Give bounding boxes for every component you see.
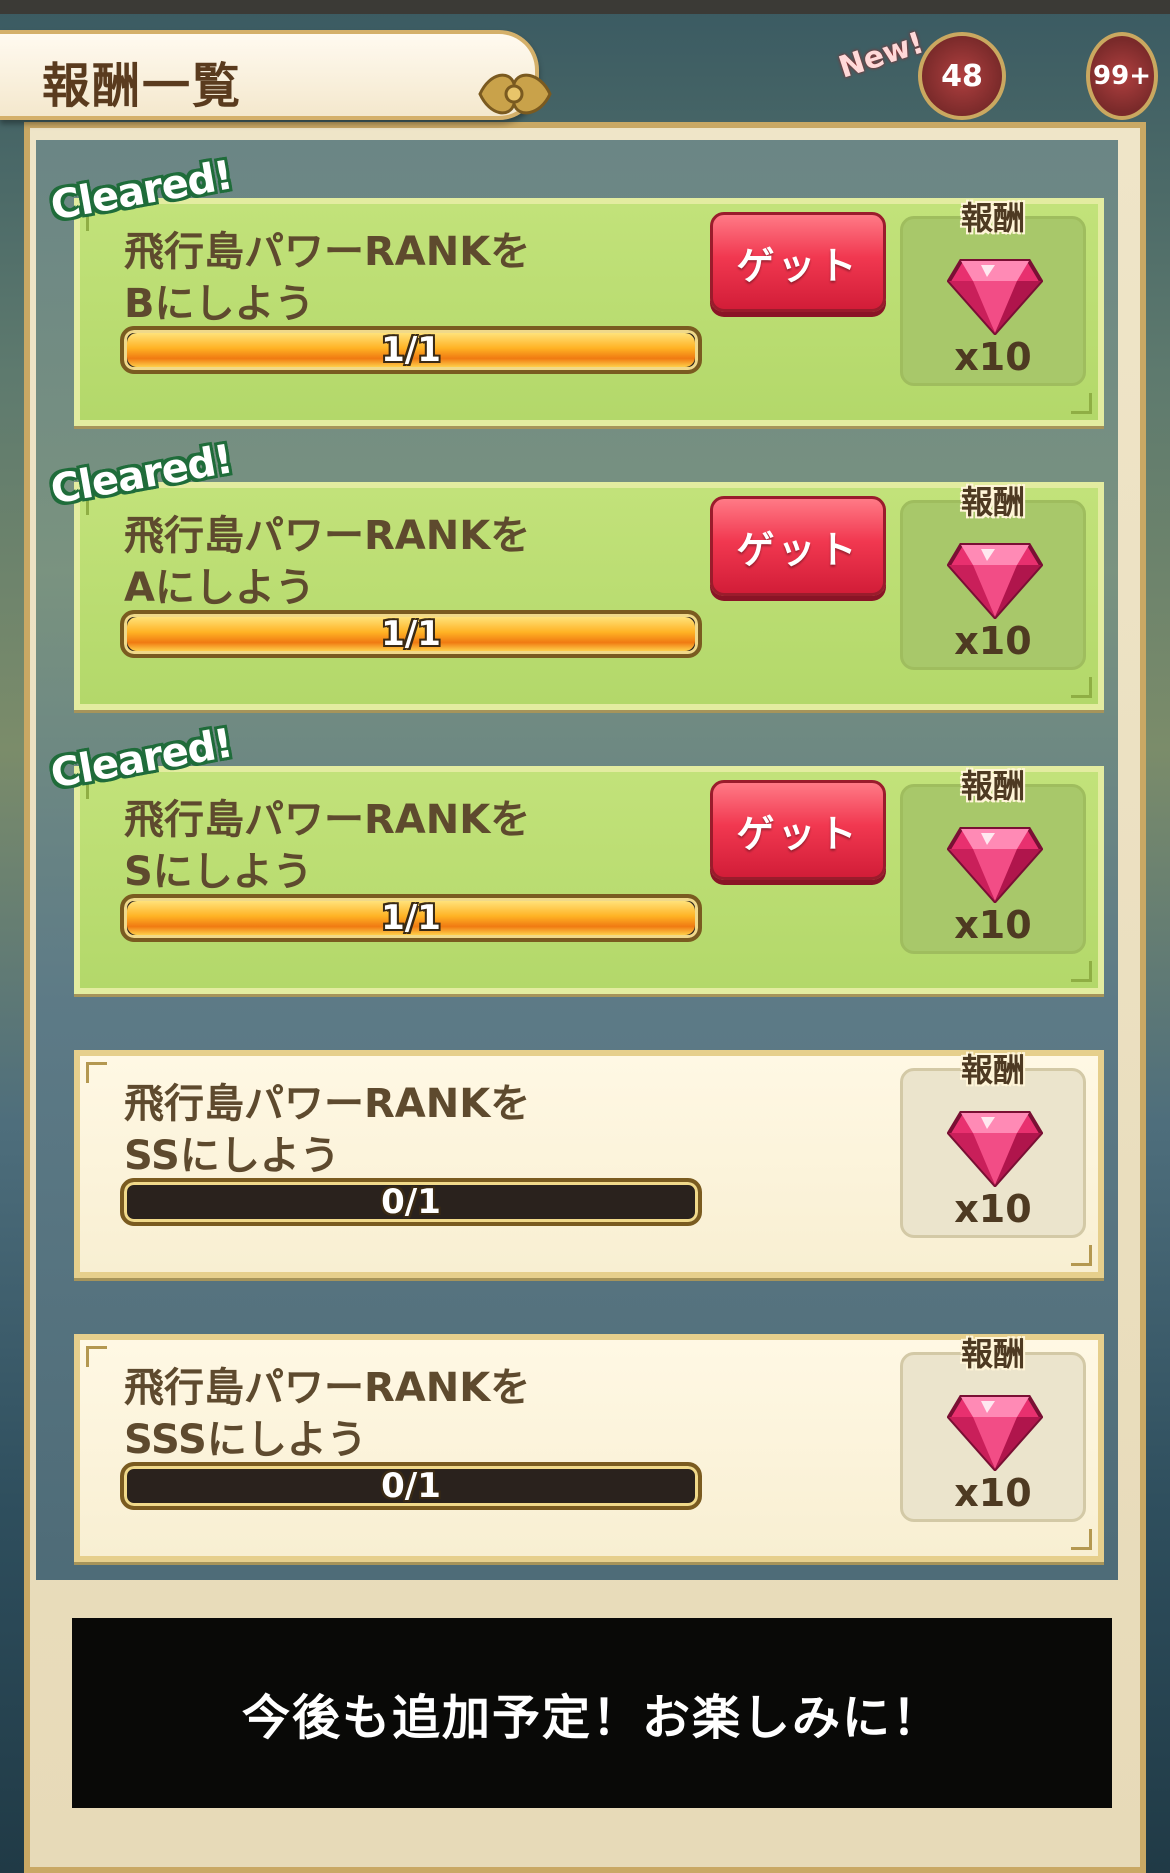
gem-icon (947, 543, 1043, 619)
reward-quantity: x10 (954, 1471, 1032, 1515)
toast-message-box: 今後も追加予定！お楽しみに！ (72, 1618, 1112, 1808)
mission-title-line2: SSSにしよう (124, 1417, 367, 1463)
mission-title: 飛行島パワーRANKを SSにしよう (124, 1078, 530, 1182)
reward-label: 報酬 (960, 483, 1026, 521)
progress-bar: 1/1 (120, 610, 702, 658)
mission-title: 飛行島パワーRANKを SSSにしよう (124, 1362, 530, 1466)
gem-icon (947, 1111, 1043, 1187)
get-reward-button[interactable]: ゲット (710, 212, 886, 312)
reward-quantity: x10 (954, 619, 1032, 663)
mission-title-line1: 飛行島パワーRANKを (124, 229, 531, 275)
reward-box: 報酬 x10 (900, 1335, 1086, 1522)
reward-label: 報酬 (960, 199, 1026, 237)
progress-text: 1/1 (381, 898, 441, 938)
progress-text: 0/1 (381, 1466, 441, 1506)
reward-quantity: x10 (954, 1187, 1032, 1231)
mission-card: Cleared! 飛行島パワーRANKを Bにしよう 1/1 ゲット 報酬 x10 (47, 152, 1104, 426)
progress-bar: 0/1 (120, 1462, 702, 1510)
progress-bar: 1/1 (120, 894, 702, 942)
reward-box: 報酬 x10 (900, 1051, 1086, 1238)
mission-card: Cleared! 飛行島パワーRANKを Aにしよう 1/1 ゲット 報酬 x10 (47, 436, 1104, 710)
mission-title: 飛行島パワーRANKを Bにしよう (124, 226, 530, 330)
progress-text: 1/1 (381, 330, 441, 370)
toast-message: 今後も追加予定！お楽しみに！ (241, 1690, 942, 1746)
reward-box: 報酬 x10 (900, 483, 1086, 670)
corner-ornament (1071, 393, 1092, 414)
mission-title-line2: Sにしよう (124, 849, 313, 895)
mission-card: 飛行島パワーRANKを SSにしよう 0/1 報酬 x10 (74, 1050, 1104, 1278)
fleur-de-lis-ornament-icon (478, 73, 552, 115)
gem-icon (947, 1395, 1043, 1471)
corner-ornament (1071, 1529, 1092, 1550)
reward-box: 報酬 x10 (900, 767, 1086, 954)
mission-card: 飛行島パワーRANKを SSSにしよう 0/1 報酬 x10 (74, 1334, 1104, 1562)
title-banner: 報酬一覧 (0, 30, 552, 120)
mission-card: Cleared! 飛行島パワーRANKを Sにしよう 1/1 ゲット 報酬 x10 (47, 720, 1104, 994)
top-hud-strip (0, 0, 1170, 14)
corner-ornament (1071, 961, 1092, 982)
gem-icon (947, 259, 1043, 335)
mission-title-line1: 飛行島パワーRANKを (124, 797, 531, 843)
corner-ornament (1071, 1245, 1092, 1266)
mission-title-line1: 飛行島パワーRANKを (124, 1365, 531, 1411)
mission-title: 飛行島パワーRANKを Sにしよう (124, 794, 530, 898)
corner-ornament (86, 1346, 107, 1367)
reward-label: 報酬 (960, 1335, 1026, 1373)
progress-text: 0/1 (381, 1182, 441, 1222)
page-title: 報酬一覧 (42, 58, 243, 114)
mission-title: 飛行島パワーRANKを Aにしよう (124, 510, 530, 614)
mission-count-badge[interactable]: 48 (918, 32, 1006, 120)
reward-quantity: x10 (954, 335, 1032, 379)
new-label: New! (834, 25, 929, 86)
get-reward-button[interactable]: ゲット (710, 496, 886, 596)
gift-count-badge[interactable]: 99+ (1086, 32, 1158, 120)
get-reward-button-label: ゲット (736, 243, 860, 288)
reward-label: 報酬 (960, 767, 1026, 805)
mission-title-line2: Bにしよう (124, 281, 315, 327)
get-reward-button[interactable]: ゲット (710, 780, 886, 880)
reward-box: 報酬 x10 (900, 199, 1086, 386)
mission-title-line1: 飛行島パワーRANKを (124, 1081, 531, 1127)
corner-ornament (1071, 677, 1092, 698)
gem-icon (947, 827, 1043, 903)
progress-bar: 0/1 (120, 1178, 702, 1226)
mission-title-line2: Aにしよう (124, 565, 315, 611)
corner-ornament (86, 1062, 107, 1083)
mission-title-line1: 飛行島パワーRANKを (124, 513, 531, 559)
get-reward-button-label: ゲット (736, 811, 860, 856)
reward-quantity: x10 (954, 903, 1032, 947)
progress-text: 1/1 (381, 614, 441, 654)
reward-label: 報酬 (960, 1051, 1026, 1089)
get-reward-button-label: ゲット (736, 527, 860, 572)
mission-title-line2: SSにしよう (124, 1133, 340, 1179)
progress-bar: 1/1 (120, 326, 702, 374)
